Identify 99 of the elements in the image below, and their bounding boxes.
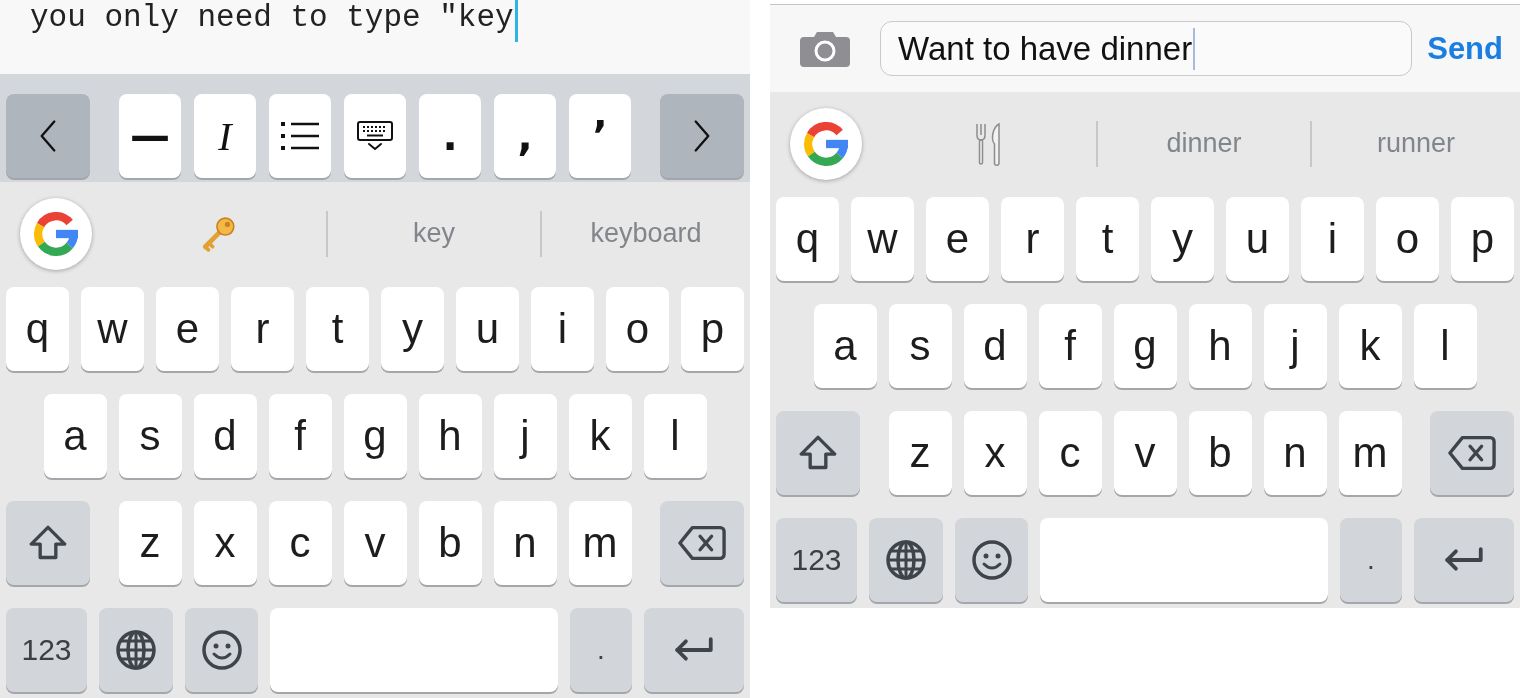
letter-key[interactable]: v [1113,411,1177,495]
letter-key[interactable]: k [1338,304,1402,388]
g-logo-icon [804,121,848,166]
letter-key[interactable]: z [888,411,952,495]
letter-key[interactable]: d [963,304,1027,388]
toolbar-key[interactable]: . [419,94,481,178]
letter-key[interactable]: w [851,197,914,281]
numbers-key[interactable]: 123 [776,518,857,602]
hide-keyboard-button[interactable] [344,94,406,178]
globe-icon [886,540,926,580]
toolbar-key[interactable]: — [119,94,181,178]
letter-key[interactable]: d [193,394,257,478]
letter-key[interactable]: u [456,287,519,371]
keyboard-down-icon [357,121,393,151]
letter-key[interactable]: g [1113,304,1177,388]
letter-key[interactable]: r [231,287,294,371]
shift-icon [799,435,837,471]
shift-key[interactable] [776,411,860,495]
globe-key[interactable] [99,608,173,692]
letter-key[interactable]: r [1001,197,1064,281]
letter-key[interactable]: e [156,287,219,371]
list-button[interactable] [269,94,331,178]
letter-key[interactable]: j [493,394,557,478]
letter-key[interactable]: x [963,411,1027,495]
letter-key[interactable]: i [1301,197,1364,281]
globe-icon [116,630,156,670]
letter-key[interactable]: m [568,501,632,585]
italic-button[interactable]: I [194,94,256,178]
return-icon [1444,547,1484,573]
toolbar-key[interactable]: , [494,94,556,178]
numbers-key[interactable]: 123 [6,608,87,692]
return-key[interactable] [1414,518,1514,602]
letter-key[interactable]: n [1263,411,1327,495]
letter-key[interactable]: h [418,394,482,478]
g-button[interactable] [20,197,92,270]
letter-key[interactable]: o [1376,197,1439,281]
toolbar-key[interactable]: ’ [569,94,631,178]
letter-key[interactable]: q [776,197,839,281]
letter-key[interactable]: j [1263,304,1327,388]
list-icon [281,122,319,150]
letter-key[interactable]: t [306,287,369,371]
punctuation-key[interactable]: . [570,608,632,692]
backspace-icon [1448,435,1496,471]
return-key[interactable] [644,608,744,692]
letter-key[interactable]: v [343,501,407,585]
send-button[interactable]: Send [1427,30,1503,67]
letter-key[interactable]: y [1151,197,1214,281]
letter-key[interactable]: w [81,287,144,371]
letter-key[interactable]: b [1188,411,1252,495]
letter-key[interactable]: a [43,394,107,478]
letter-key[interactable]: q [6,287,69,371]
text-cursor [1193,27,1196,70]
text-cursor [514,0,518,42]
letter-key[interactable]: f [268,394,332,478]
camera-icon[interactable] [800,30,850,67]
letter-key[interactable]: n [493,501,557,585]
letter-key[interactable]: k [568,394,632,478]
message-field[interactable]: Want to have dinner [880,21,1413,76]
letter-key[interactable]: p [681,287,744,371]
letter-key[interactable]: c [268,501,332,585]
letter-key[interactable]: l [643,394,707,478]
letter-key[interactable]: f [1038,304,1102,388]
letter-key[interactable]: y [381,287,444,371]
key-icon[interactable] [201,215,237,252]
g-logo-icon [34,211,78,256]
g-button[interactable] [790,107,862,180]
chevron-right-icon [693,119,711,153]
letter-key[interactable]: m [1338,411,1402,495]
letter-key[interactable]: a [813,304,877,388]
shift-icon [29,525,67,561]
punctuation-key[interactable]: . [1340,518,1402,602]
letter-key[interactable]: h [1188,304,1252,388]
smiley-icon [201,630,242,670]
letter-key[interactable]: s [118,394,182,478]
letter-key[interactable]: t [1076,197,1139,281]
emoji-key[interactable] [955,518,1028,602]
letter-key[interactable]: c [1038,411,1102,495]
backspace-key[interactable] [1430,411,1514,495]
smiley-icon [971,540,1012,580]
letter-key[interactable]: o [606,287,669,371]
fork-and-knife-icon[interactable] [975,121,1003,166]
letter-key[interactable]: g [343,394,407,478]
letter-key[interactable]: b [418,501,482,585]
shift-key[interactable] [6,501,90,585]
letter-key[interactable]: p [1451,197,1514,281]
emoji-key[interactable] [185,608,258,692]
letter-key[interactable]: u [1226,197,1289,281]
backspace-key[interactable] [660,501,744,585]
backspace-icon [678,525,726,561]
letter-key[interactable]: e [926,197,989,281]
chevron-left-icon [39,119,57,153]
letter-key[interactable]: i [531,287,594,371]
letter-key[interactable]: x [193,501,257,585]
text-editor[interactable]: you only need to type "key [0,0,750,74]
return-icon [674,637,714,663]
letter-key[interactable]: z [118,501,182,585]
letter-key[interactable]: s [888,304,952,388]
globe-key[interactable] [869,518,943,602]
letter-key[interactable]: l [1413,304,1477,388]
